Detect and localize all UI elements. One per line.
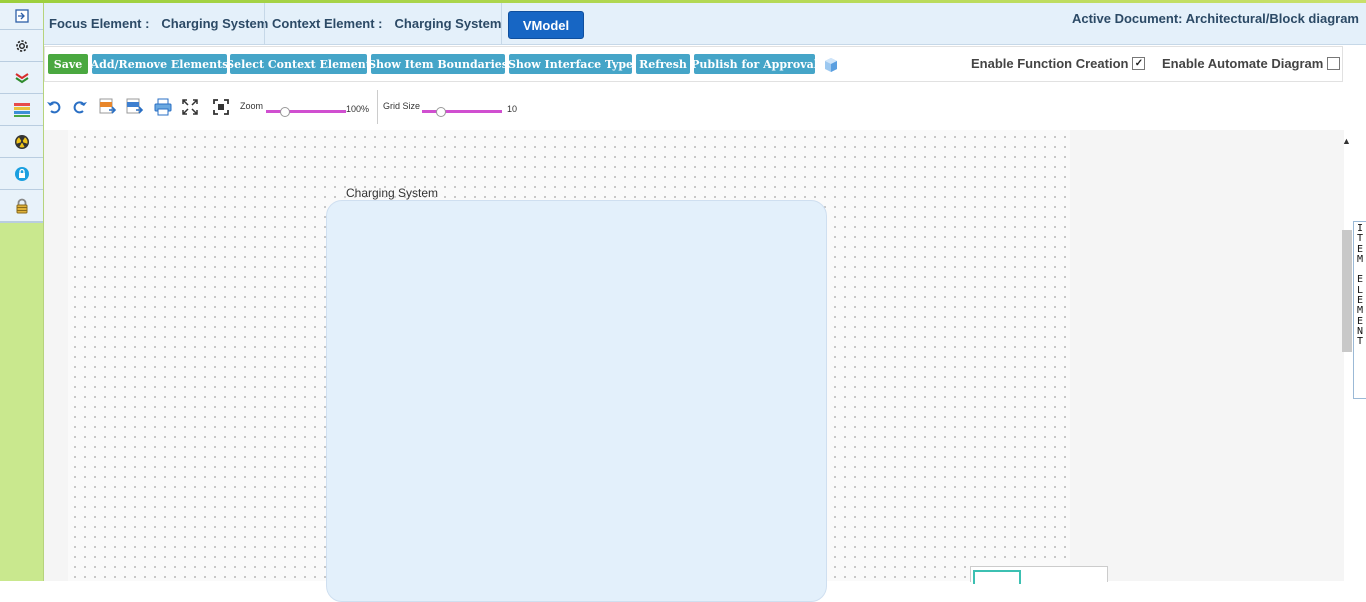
enable-automate-diagram-option: Enable Automate Diagram (1162, 56, 1341, 71)
select-context-element-button[interactable]: Select Context Element (226, 54, 371, 74)
context-element-info: Context Element : Charging System (272, 3, 501, 44)
enable-function-creation-label: Enable Function Creation (971, 56, 1129, 71)
bottom-panel-active-tab[interactable] (973, 570, 1021, 584)
stack-icon (13, 102, 30, 117)
charging-system-block[interactable] (326, 200, 827, 602)
diagram-toolbar: Zoom 100% Grid Size 10 (44, 86, 1344, 128)
left-sidebar (0, 3, 44, 581)
grid-size-label: Grid Size (383, 101, 421, 111)
enable-automate-diagram-checkbox[interactable] (1327, 57, 1341, 70)
sidebar-item-lock-badge[interactable] (0, 158, 43, 190)
side-tab-letter: T (1356, 336, 1364, 348)
enable-function-creation-option: Enable Function Creation ✓ (971, 56, 1146, 71)
header-divider (501, 3, 502, 44)
grid-size-slider-track[interactable] (422, 110, 502, 113)
png-export-icon (126, 98, 144, 114)
fit-to-screen-button[interactable] (181, 98, 199, 116)
show-interface-type-button[interactable]: Show Interface Type (508, 54, 633, 74)
focus-frame-icon (213, 99, 229, 115)
sidebar-item-expand[interactable] (0, 3, 43, 30)
export-svg-button[interactable] (99, 98, 117, 116)
toolbar-divider (377, 90, 378, 124)
lock-badge-icon (14, 166, 29, 181)
expand-icon (14, 9, 29, 23)
enable-automate-diagram-label: Enable Automate Diagram (1162, 56, 1324, 71)
radiation-icon (14, 134, 29, 149)
svg-export-icon (99, 98, 117, 114)
scroll-up-arrow-icon[interactable]: ▲ (1342, 136, 1351, 146)
printer-icon (154, 98, 172, 116)
layers-icon (14, 72, 29, 83)
publish-for-approval-button[interactable]: Publish for Approval (691, 54, 818, 74)
context-element-value: Charging System (394, 16, 502, 31)
action-toolbar: Save Add/Remove Elements Select Context … (44, 46, 1343, 82)
expand-arrows-icon (182, 99, 198, 115)
bottom-panel-tab[interactable] (970, 566, 1108, 584)
refresh-button[interactable]: Refresh (636, 54, 690, 74)
export-png-button[interactable] (126, 98, 144, 116)
padlock-icon (16, 198, 27, 213)
grid-size-slider-handle[interactable] (436, 107, 446, 117)
save-button[interactable]: Save (48, 54, 88, 74)
actual-size-button[interactable] (212, 98, 230, 116)
header-divider (264, 3, 265, 44)
enable-function-creation-checkbox[interactable]: ✓ (1132, 57, 1146, 70)
context-element-label: Context Element : (272, 16, 383, 31)
sidebar-item-radiation[interactable] (0, 126, 43, 158)
grid-size-value: 10 (507, 104, 518, 114)
cube-icon[interactable] (823, 57, 839, 73)
zoom-value: 100% (346, 104, 370, 114)
add-remove-elements-button[interactable]: Add/Remove Elements (91, 54, 228, 74)
block-title: Charging System (346, 186, 439, 200)
gear-icon (15, 39, 28, 52)
zoom-slider-handle[interactable] (280, 107, 290, 117)
sidebar-item-padlock[interactable] (0, 190, 43, 222)
header-bar: Focus Element : Charging System Context … (44, 3, 1366, 45)
vertical-scrollbar-thumb[interactable] (1342, 230, 1352, 352)
undo-icon (47, 101, 61, 114)
diagram-canvas-area: Charging System (44, 130, 1344, 602)
undo-button[interactable] (45, 98, 63, 116)
focus-element-label: Focus Element : (49, 16, 150, 31)
sidebar-item-settings[interactable] (0, 30, 43, 62)
redo-button[interactable] (71, 98, 89, 116)
sidebar-icon-list (0, 3, 43, 223)
diagram-grid[interactable]: Charging System (68, 130, 1070, 602)
redo-icon (73, 101, 87, 114)
item-element-side-tab[interactable]: ITEM ELEMENT (1353, 221, 1366, 399)
vmodel-button[interactable]: VModel (508, 11, 584, 39)
focus-element-value: Charging System (161, 16, 269, 31)
active-document-title: Active Document: Architectural/Block dia… (1071, 11, 1359, 26)
zoom-label: Zoom (240, 101, 264, 111)
zoom-slider-track[interactable] (266, 110, 346, 113)
print-button[interactable] (154, 98, 172, 116)
sidebar-item-stack[interactable] (0, 94, 43, 126)
sidebar-item-layers[interactable] (0, 62, 43, 94)
show-item-boundaries-button[interactable]: Show Item Boundaries (368, 54, 508, 74)
focus-element-info: Focus Element : Charging System (49, 3, 268, 44)
